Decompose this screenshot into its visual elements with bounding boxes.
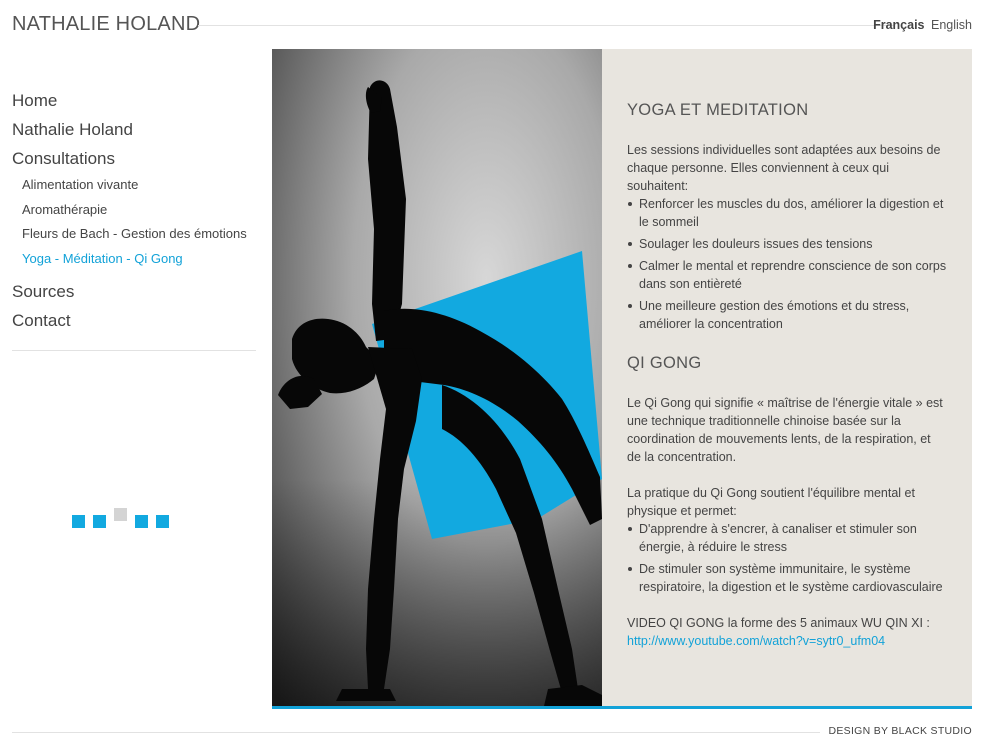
- yoga-pose-photo: [272, 49, 602, 706]
- language-switcher: Français English: [870, 18, 972, 32]
- nav-item-home[interactable]: Home: [12, 86, 256, 115]
- slider-dot[interactable]: [156, 515, 169, 528]
- list-item: D'apprendre à s'encrer, à canaliser et s…: [627, 520, 947, 556]
- yoga-section-title: YOGA ET MEDITATION: [627, 101, 809, 119]
- content-bottom-bar: [272, 706, 972, 709]
- subnav-item-fleurs-de-bach[interactable]: Fleurs de Bach - Gestion des émotions: [12, 222, 256, 247]
- slider-dot[interactable]: [93, 515, 106, 528]
- nav-divider: [12, 350, 256, 351]
- header-divider: [198, 25, 895, 26]
- main-navigation: Home Nathalie Holand Consultations Alime…: [12, 86, 256, 335]
- qigong-practice-intro: La pratique du Qi Gong soutient l'équili…: [627, 486, 915, 518]
- language-english[interactable]: English: [931, 18, 972, 32]
- list-item: De stimuler son système immunitaire, le …: [627, 560, 947, 596]
- content-body: YOGA ET MEDITATION Les sessions individu…: [627, 101, 947, 650]
- qigong-section-title: QI GONG: [627, 354, 702, 372]
- nav-item-consultations[interactable]: Consultations: [12, 144, 256, 173]
- video-label: VIDEO QI GONG la forme des 5 animaux WU …: [627, 616, 930, 630]
- subnav-item-yoga-meditation-qigong[interactable]: Yoga - Méditation - Qi Gong: [12, 247, 256, 272]
- nav-item-sources[interactable]: Sources: [12, 277, 256, 306]
- slider-dot[interactable]: [72, 515, 85, 528]
- list-item: Calmer le mental et reprendre conscience…: [627, 257, 947, 293]
- site-title[interactable]: NATHALIE HOLAND: [12, 13, 211, 36]
- qigong-benefits-list: D'apprendre à s'encrer, à canaliser et s…: [627, 520, 947, 596]
- slider-dot-active[interactable]: [114, 508, 127, 521]
- subnav-item-aromatherapie[interactable]: Aromathérapie: [12, 198, 256, 223]
- footer-divider: [12, 732, 833, 733]
- list-item: Soulager les douleurs issues des tension…: [627, 235, 947, 253]
- yoga-intro-text: Les sessions individuelles sont adaptées…: [627, 143, 941, 193]
- yoga-benefits-list: Renforcer les muscles du dos, améliorer …: [627, 195, 947, 333]
- slider-pagination: [72, 508, 182, 530]
- slider-dot[interactable]: [135, 515, 148, 528]
- video-link[interactable]: http://www.youtube.com/watch?v=sytr0_ufm…: [627, 634, 885, 648]
- language-french[interactable]: Français: [873, 18, 924, 32]
- list-item: Une meilleure gestion des émotions et du…: [627, 297, 947, 333]
- nav-item-contact[interactable]: Contact: [12, 306, 256, 335]
- qigong-description: Le Qi Gong qui signifie « maîtrise de l'…: [627, 396, 943, 464]
- list-item: Renforcer les muscles du dos, améliorer …: [627, 195, 947, 231]
- nav-item-nathalie-holand[interactable]: Nathalie Holand: [12, 115, 256, 144]
- content-panel: YOGA ET MEDITATION Les sessions individu…: [602, 49, 972, 706]
- footer-credit[interactable]: DESIGN BY BLACK STUDIO: [820, 725, 972, 737]
- subnav-item-alimentation-vivante[interactable]: Alimentation vivante: [12, 173, 256, 198]
